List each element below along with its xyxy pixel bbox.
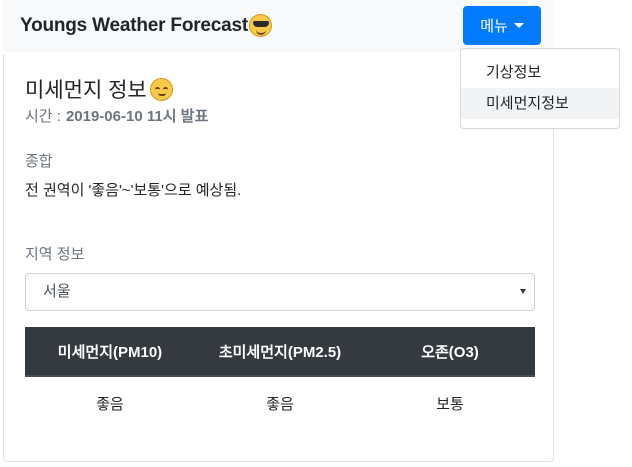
value-pm10: 좋음 xyxy=(96,395,124,413)
region-select[interactable]: 서울 xyxy=(25,273,535,311)
table-row: 좋음 좋음 보통 xyxy=(25,377,535,429)
sunglasses-face-icon xyxy=(249,14,273,37)
time-label: 시간 : xyxy=(25,108,61,125)
relieved-face-icon xyxy=(149,77,173,101)
caret-down-icon xyxy=(513,23,524,28)
header-pm25: 초미세먼지(PM2.5) xyxy=(218,343,342,361)
brand-title: Youngs Weather Forecast xyxy=(20,14,249,36)
value-pm25: 좋음 xyxy=(266,395,294,413)
publish-time: 시간 : 2019-06-10 11시 발표 xyxy=(25,105,208,126)
navbar: Youngs Weather Forecast 메뉴 xyxy=(3,0,553,52)
dropdown-item-weather[interactable]: 기상정보 xyxy=(461,57,619,88)
region-select-value: 서울 xyxy=(43,283,71,300)
summary-label: 종합 xyxy=(25,153,53,170)
region-label: 지역 정보 xyxy=(25,246,85,263)
card-title: 미세먼지 정보 xyxy=(25,74,173,104)
card-title-text: 미세먼지 정보 xyxy=(25,79,147,102)
brand[interactable]: Youngs Weather Forecast xyxy=(20,14,273,37)
time-value: 2019-06-10 11시 발표 xyxy=(65,108,209,125)
table-header-row: 미세먼지(PM10) 초미세먼지(PM2.5) 오존(O3) xyxy=(25,327,535,377)
header-ozone: 오존(O3) xyxy=(421,343,479,361)
value-ozone: 보통 xyxy=(436,395,464,413)
dropdown-menu: 기상정보 미세먼지정보 xyxy=(460,48,620,129)
dust-table: 미세먼지(PM10) 초미세먼지(PM2.5) 오존(O3) 좋음 좋음 보통 xyxy=(25,327,535,429)
menu-button-label: 메뉴 xyxy=(480,18,508,35)
dropdown-item-fine-dust[interactable]: 미세먼지정보 xyxy=(461,88,619,119)
select-arrow-icon xyxy=(520,289,526,294)
header-pm10: 미세먼지(PM10) xyxy=(57,343,163,361)
summary-text: 전 권역이 '좋음'~'보통'으로 예상됨. xyxy=(25,182,242,199)
menu-button[interactable]: 메뉴 xyxy=(463,6,541,45)
